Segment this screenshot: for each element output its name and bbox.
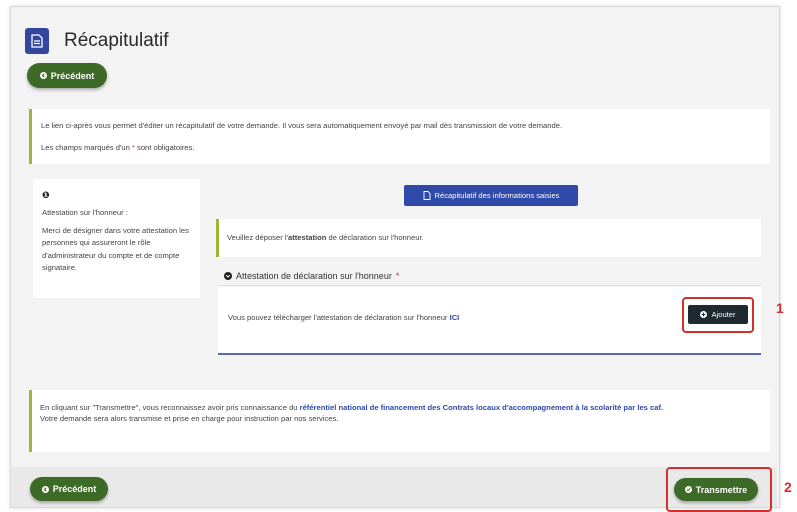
transmit-info-pre: En cliquant sur "Transmettre", vous reco…: [40, 403, 300, 412]
side-panel: ❶ Attestation sur l'honneur : Merci de d…: [33, 179, 200, 298]
info-icon: ❶: [42, 190, 50, 200]
previous-label: Précédent: [52, 484, 97, 494]
annotation-box-1: [682, 297, 754, 333]
annotation-number-2: 2: [784, 479, 792, 495]
referential-link[interactable]: référentiel national de financement des …: [300, 403, 663, 412]
bottom-bar: [11, 467, 777, 507]
attestation-panel-header[interactable]: Attestation de déclaration sur l'honneur…: [218, 266, 761, 286]
info-line-2: Les champs marqués d'un * sont obligatoi…: [41, 142, 770, 152]
recap-button[interactable]: Récapitulatif des informations saisies: [404, 185, 578, 206]
document-icon: [25, 28, 49, 54]
attestation-panel-title: Attestation de déclaration sur l'honneur: [236, 270, 392, 281]
chevron-down-circle-icon: [224, 271, 232, 280]
download-text: Vous pouvez télécharger l'attestation de…: [228, 313, 459, 322]
document-icon: [423, 191, 430, 200]
download-text-pre: Vous pouvez télécharger l'attestation de…: [228, 313, 450, 322]
page-title: Récapitulatif: [64, 30, 169, 51]
info-box: Le lien ci-après vous permet d'éditer un…: [29, 109, 770, 164]
chevron-left-icon: [39, 72, 47, 79]
deposit-post: de déclaration sur l'honneur.: [326, 233, 424, 242]
previous-button-bottom[interactable]: Précédent: [30, 477, 108, 501]
previous-button-top[interactable]: Précédent: [27, 63, 107, 88]
deposit-bold: attestation: [287, 233, 327, 242]
download-link[interactable]: ICI: [450, 313, 460, 322]
deposit-instructions: Veuillez déposer l'attestation de déclar…: [216, 219, 761, 257]
transmit-info-line-2: Votre demande sera alors transmise et pr…: [40, 414, 339, 423]
annotation-box-2: [666, 467, 772, 512]
deposit-pre: Veuillez déposer l': [227, 233, 288, 242]
side-panel-title: Attestation sur l'honneur :: [42, 208, 128, 217]
recap-label: Récapitulatif des informations saisies: [434, 191, 560, 200]
info-line-2-post: sont obligatoires.: [134, 142, 195, 152]
previous-label: Précédent: [50, 70, 95, 81]
attestation-panel-body: Vous pouvez télécharger l'attestation de…: [218, 287, 761, 355]
required-star: *: [395, 270, 400, 281]
info-line-1: Le lien ci-après vous permet d'éditer un…: [41, 121, 563, 130]
transmit-info-line-1: En cliquant sur "Transmettre", vous reco…: [40, 402, 764, 413]
transmit-info: En cliquant sur "Transmettre", vous reco…: [29, 390, 770, 452]
annotation-number-1: 1: [776, 300, 784, 316]
side-panel-text: Merci de désigner dans votre attestation…: [42, 225, 189, 273]
info-line-2-pre: Les champs marqués d'un: [41, 142, 132, 152]
chevron-left-icon: [41, 485, 49, 493]
